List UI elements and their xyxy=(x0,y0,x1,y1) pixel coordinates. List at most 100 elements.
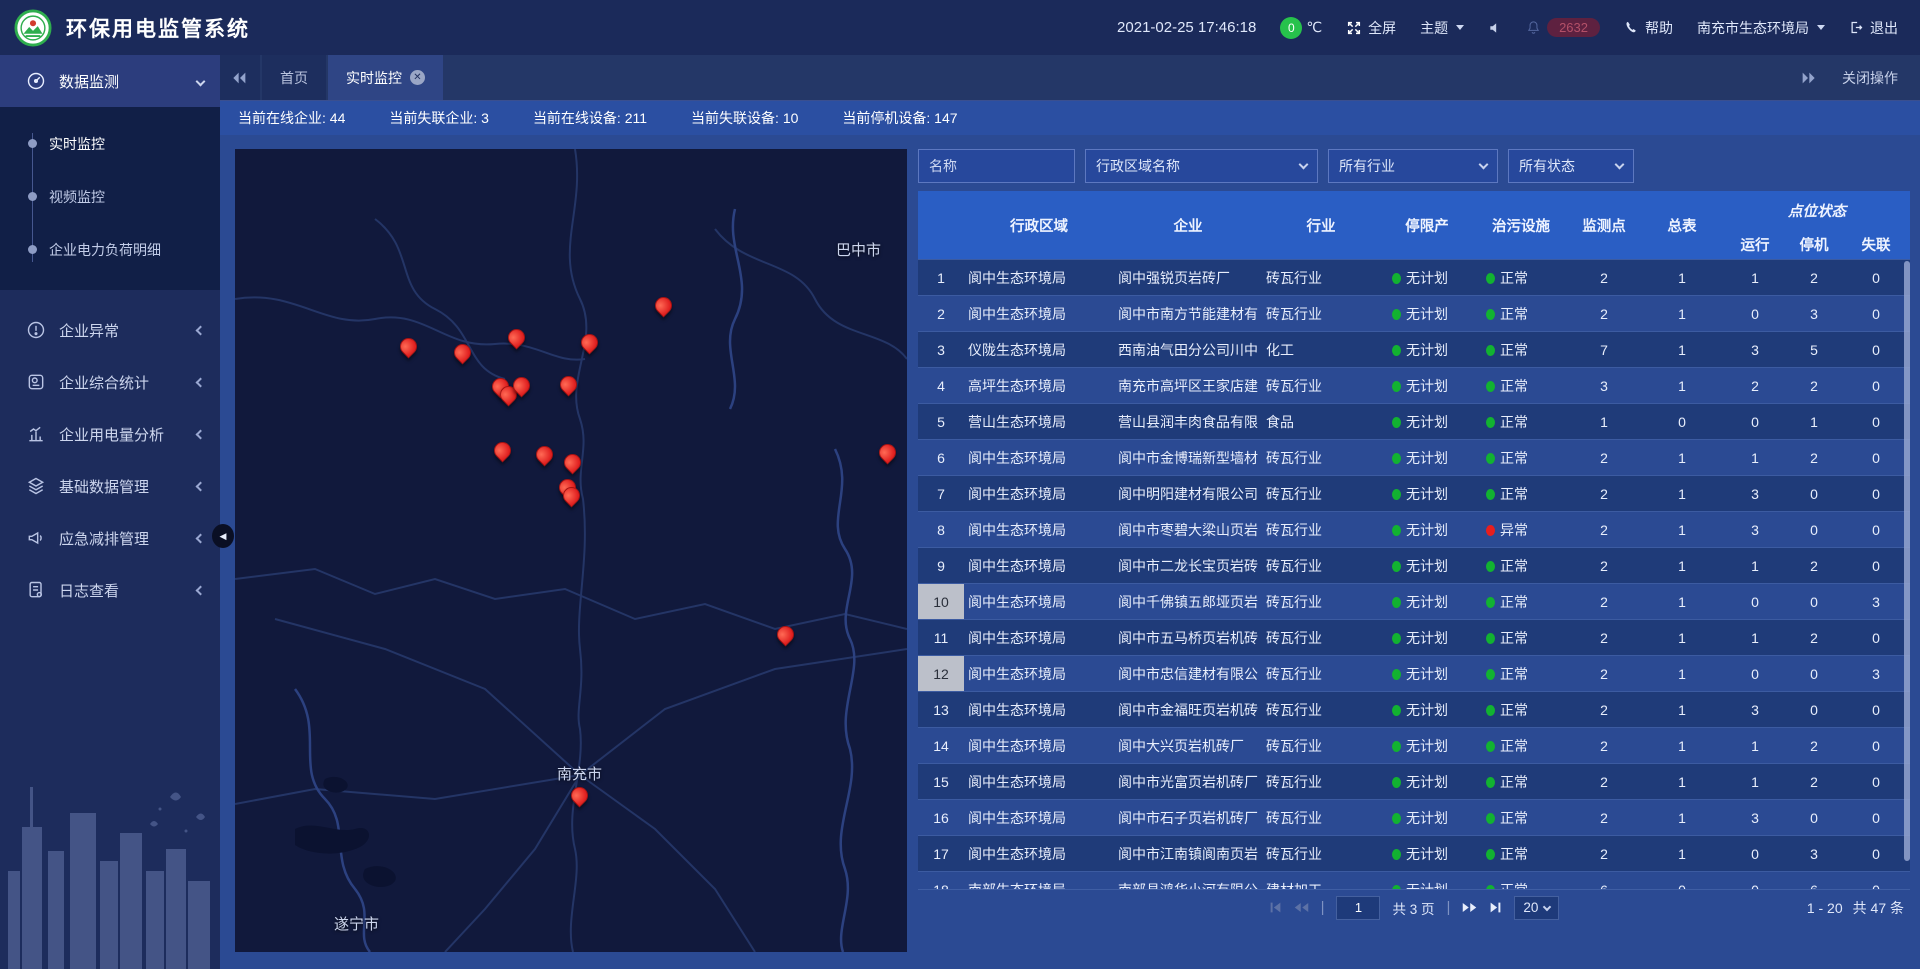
page-size-select[interactable]: 20 xyxy=(1514,896,1559,920)
table-row[interactable]: 11阆中生态环境局阆中市五马桥页岩机砖砖瓦行业无计划正常21120 xyxy=(918,620,1910,656)
sidebar-subitem-realtime[interactable]: 实时监控 xyxy=(0,117,220,170)
cell-total-meter: 1 xyxy=(1640,512,1724,548)
sidebar-item-emergency-reduction[interactable]: 应急减排管理 xyxy=(0,512,220,564)
table-row[interactable]: 7阆中生态环境局阆中明阳建材有限公司砖瓦行业无计划正常21300 xyxy=(918,476,1910,512)
status-select[interactable]: 所有状态 xyxy=(1508,149,1634,183)
table-row[interactable]: 16阆中生态环境局阆中市石子页岩机砖厂砖瓦行业无计划正常21300 xyxy=(918,800,1910,836)
col-header-stop-limit[interactable]: 停限产 xyxy=(1380,191,1474,259)
col-header-total-meter[interactable]: 总表 xyxy=(1640,191,1724,259)
cell-industry: 砖瓦行业 xyxy=(1262,296,1380,332)
sidebar-subitem-power-load-detail[interactable]: 企业电力负荷明细 xyxy=(0,223,220,276)
status-dot-green xyxy=(1392,525,1401,536)
page-number-input[interactable] xyxy=(1336,896,1380,920)
tabs-scroll-left-button[interactable] xyxy=(220,55,260,100)
logout-button[interactable]: 退出 xyxy=(1849,18,1898,38)
help-button[interactable]: 帮助 xyxy=(1624,18,1673,38)
next-page-button[interactable] xyxy=(1462,901,1477,914)
prev-page-button[interactable] xyxy=(1294,901,1309,914)
tab-realtime-monitor[interactable]: 实时监控 ✕ xyxy=(328,55,443,100)
table-row[interactable]: 15阆中生态环境局阆中市光富页岩机砖厂砖瓦行业无计划正常21120 xyxy=(918,764,1910,800)
cell-index: 13 xyxy=(918,692,964,728)
map-panel[interactable]: 巴中市南充市遂宁市 xyxy=(235,149,907,952)
tab-home[interactable]: 首页 xyxy=(262,55,326,100)
close-operations-button[interactable]: 关闭操作 xyxy=(1842,68,1898,88)
sidebar-item-power-analysis[interactable]: 企业用电量分析 xyxy=(0,408,220,460)
sidebar-collapse-button[interactable]: ◀ xyxy=(212,524,234,548)
col-header-stopped[interactable]: 停机 xyxy=(1786,229,1842,259)
tab-close-icon[interactable]: ✕ xyxy=(410,70,425,85)
double-chevron-right-icon[interactable] xyxy=(1800,72,1816,84)
sidebar-item-log-view[interactable]: 日志查看 xyxy=(0,564,220,616)
table-row[interactable]: 18南部生态环境局南部县鸿华小河有限公建材加工无计划正常60060 xyxy=(918,872,1910,890)
cell-total-meter: 1 xyxy=(1640,548,1724,584)
sidebar-item-enterprise-abnormal[interactable]: 企业异常 xyxy=(0,304,220,356)
sidebar-item-data-monitor[interactable]: 数据监测 xyxy=(0,55,220,107)
cell-running: 0 xyxy=(1724,296,1786,332)
cell-stop-limit-status: 无计划 xyxy=(1380,692,1474,728)
table-row[interactable]: 9阆中生态环境局阆中市二龙长宝页岩砖砖瓦行业无计划正常21120 xyxy=(918,548,1910,584)
table-row[interactable]: 5营山生态环境局营山县润丰肉食品有限食品无计划正常10010 xyxy=(918,404,1910,440)
stats-bar: 当前在线企业: 44当前失联企业: 3当前在线设备: 211当前失联设备: 10… xyxy=(220,101,1920,135)
region-select[interactable]: 行政区域名称 xyxy=(1085,149,1318,183)
cell-disconnected: 0 xyxy=(1842,404,1910,440)
cell-region: 阆中生态环境局 xyxy=(964,296,1114,332)
table-row[interactable]: 14阆中生态环境局阆中大兴页岩机砖厂砖瓦行业无计划正常21120 xyxy=(918,728,1910,764)
sidebar-item-base-data[interactable]: 基础数据管理 xyxy=(0,460,220,512)
logout-label: 退出 xyxy=(1870,18,1898,38)
status-dot-green xyxy=(1486,813,1495,824)
cell-region: 阆中生态环境局 xyxy=(964,800,1114,836)
cell-stopped: 0 xyxy=(1786,476,1842,512)
table-row[interactable]: 4高坪生态环境局南充市高坪区王家店建砖瓦行业无计划正常31220 xyxy=(918,368,1910,404)
cell-total-meter: 1 xyxy=(1640,836,1724,872)
cell-disconnected: 0 xyxy=(1842,332,1910,368)
last-page-button[interactable] xyxy=(1489,901,1502,914)
col-header-disconnected[interactable]: 失联 xyxy=(1842,229,1910,259)
col-header-monitor-points[interactable]: 监测点 xyxy=(1568,191,1640,259)
cell-facility-status: 正常 xyxy=(1474,404,1568,440)
status-dot-green xyxy=(1392,777,1401,788)
cell-facility-status: 正常 xyxy=(1474,656,1568,692)
table-row[interactable]: 1阆中生态环境局阆中强锐页岩砖厂砖瓦行业无计划正常21120 xyxy=(918,260,1910,296)
col-header-running[interactable]: 运行 xyxy=(1724,229,1786,259)
fullscreen-button[interactable]: 全屏 xyxy=(1346,18,1396,38)
table-header: 行政区域 企业 行业 停限产 治污设施 监测点 总表 点位状态 运行 停机 失联 xyxy=(918,191,1910,259)
cell-total-meter: 1 xyxy=(1640,440,1724,476)
notifications[interactable]: 2632 xyxy=(1526,18,1600,37)
cell-stopped: 2 xyxy=(1786,620,1842,656)
cell-region: 阆中生态环境局 xyxy=(964,620,1114,656)
cell-industry: 砖瓦行业 xyxy=(1262,368,1380,404)
table-row[interactable]: 17阆中生态环境局阆中市江南镇阆南页岩砖瓦行业无计划正常21030 xyxy=(918,836,1910,872)
cell-monitor-points: 6 xyxy=(1568,872,1640,890)
table-row[interactable]: 10阆中生态环境局阆中千佛镇五郎垭页岩砖瓦行业无计划正常21003 xyxy=(918,584,1910,620)
theme-menu[interactable]: 主题 xyxy=(1420,18,1464,38)
col-header-index xyxy=(918,191,964,259)
sidebar-subitem-video[interactable]: 视频监控 xyxy=(0,170,220,223)
cell-stop-limit-status: 无计划 xyxy=(1380,872,1474,890)
cell-monitor-points: 2 xyxy=(1568,296,1640,332)
table-row[interactable]: 6阆中生态环境局阆中市金博瑞新型墙材砖瓦行业无计划正常21120 xyxy=(918,440,1910,476)
first-page-button[interactable] xyxy=(1269,901,1282,914)
name-search-input[interactable] xyxy=(918,149,1075,183)
col-header-pollution-facility[interactable]: 治污设施 xyxy=(1474,191,1568,259)
table-row[interactable]: 2阆中生态环境局阆中市南方节能建材有砖瓦行业无计划正常21030 xyxy=(918,296,1910,332)
cell-industry: 砖瓦行业 xyxy=(1262,692,1380,728)
cell-monitor-points: 7 xyxy=(1568,332,1640,368)
table-row[interactable]: 8阆中生态环境局阆中市枣碧大梁山页岩砖瓦行业无计划异常21300 xyxy=(918,512,1910,548)
org-menu[interactable]: 南充市生态环境局 xyxy=(1697,18,1825,38)
industry-select[interactable]: 所有行业 xyxy=(1328,149,1498,183)
cell-company: 阆中市五马桥页岩机砖 xyxy=(1114,620,1262,656)
col-header-industry[interactable]: 行业 xyxy=(1262,191,1380,259)
table-scrollbar[interactable] xyxy=(1904,261,1910,861)
table-row[interactable]: 3仪陇生态环境局西南油气田分公司川中化工无计划正常71350 xyxy=(918,332,1910,368)
mute-button[interactable] xyxy=(1488,21,1502,35)
sidebar-item-enterprise-statistics[interactable]: 企业综合统计 xyxy=(0,356,220,408)
table-row[interactable]: 13阆中生态环境局阆中市金福旺页岩机砖砖瓦行业无计划正常21300 xyxy=(918,692,1910,728)
cell-stop-limit-status: 无计划 xyxy=(1380,404,1474,440)
cell-industry: 砖瓦行业 xyxy=(1262,800,1380,836)
table-row[interactable]: 12阆中生态环境局阆中市忠信建材有限公砖瓦行业无计划正常21003 xyxy=(918,656,1910,692)
table-body-rows: 1阆中生态环境局阆中强锐页岩砖厂砖瓦行业无计划正常211202阆中生态环境局阆中… xyxy=(918,260,1910,890)
col-header-region[interactable]: 行政区域 xyxy=(964,191,1114,259)
top-header: 环保用电监管系统 2021-02-25 17:46:18 0 ℃ 全屏 主题 xyxy=(0,0,1920,55)
cell-region: 阆中生态环境局 xyxy=(964,692,1114,728)
col-header-company[interactable]: 企业 xyxy=(1114,191,1262,259)
